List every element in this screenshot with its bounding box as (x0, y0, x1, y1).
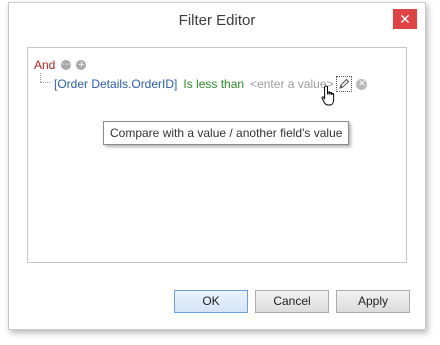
group-operator[interactable]: And (34, 58, 55, 72)
dialog-title: Filter Editor (178, 12, 256, 29)
tooltip: Compare with a value / another field's v… (103, 121, 350, 145)
plus-circle-icon[interactable]: + (76, 60, 87, 70)
filter-tree-area[interactable]: And ⋯ + [Order Details.OrderID] Is less … (27, 47, 407, 263)
filter-editor-dialog: Filter Editor ✕ And ⋯ + [Order Details.O… (8, 2, 426, 330)
cancel-button[interactable]: Cancel (255, 290, 329, 313)
condition-field[interactable]: [Order Details.OrderID] (54, 77, 177, 91)
close-button[interactable]: ✕ (393, 9, 417, 29)
apply-button[interactable]: Apply (336, 290, 410, 313)
ellipsis-circle-icon[interactable]: ⋯ (61, 60, 72, 70)
remove-circle-icon[interactable]: ✕ (356, 78, 368, 90)
tree-connector-horizontal (40, 82, 50, 83)
hand-cursor-icon (321, 85, 339, 110)
ok-button[interactable]: OK (174, 290, 248, 313)
condition-operator[interactable]: Is less than (183, 77, 244, 91)
tree-connector-vertical (40, 73, 41, 82)
close-icon: ✕ (399, 11, 411, 27)
group-row: And ⋯ + (34, 57, 91, 73)
title-bar: Filter Editor ✕ (9, 3, 425, 37)
